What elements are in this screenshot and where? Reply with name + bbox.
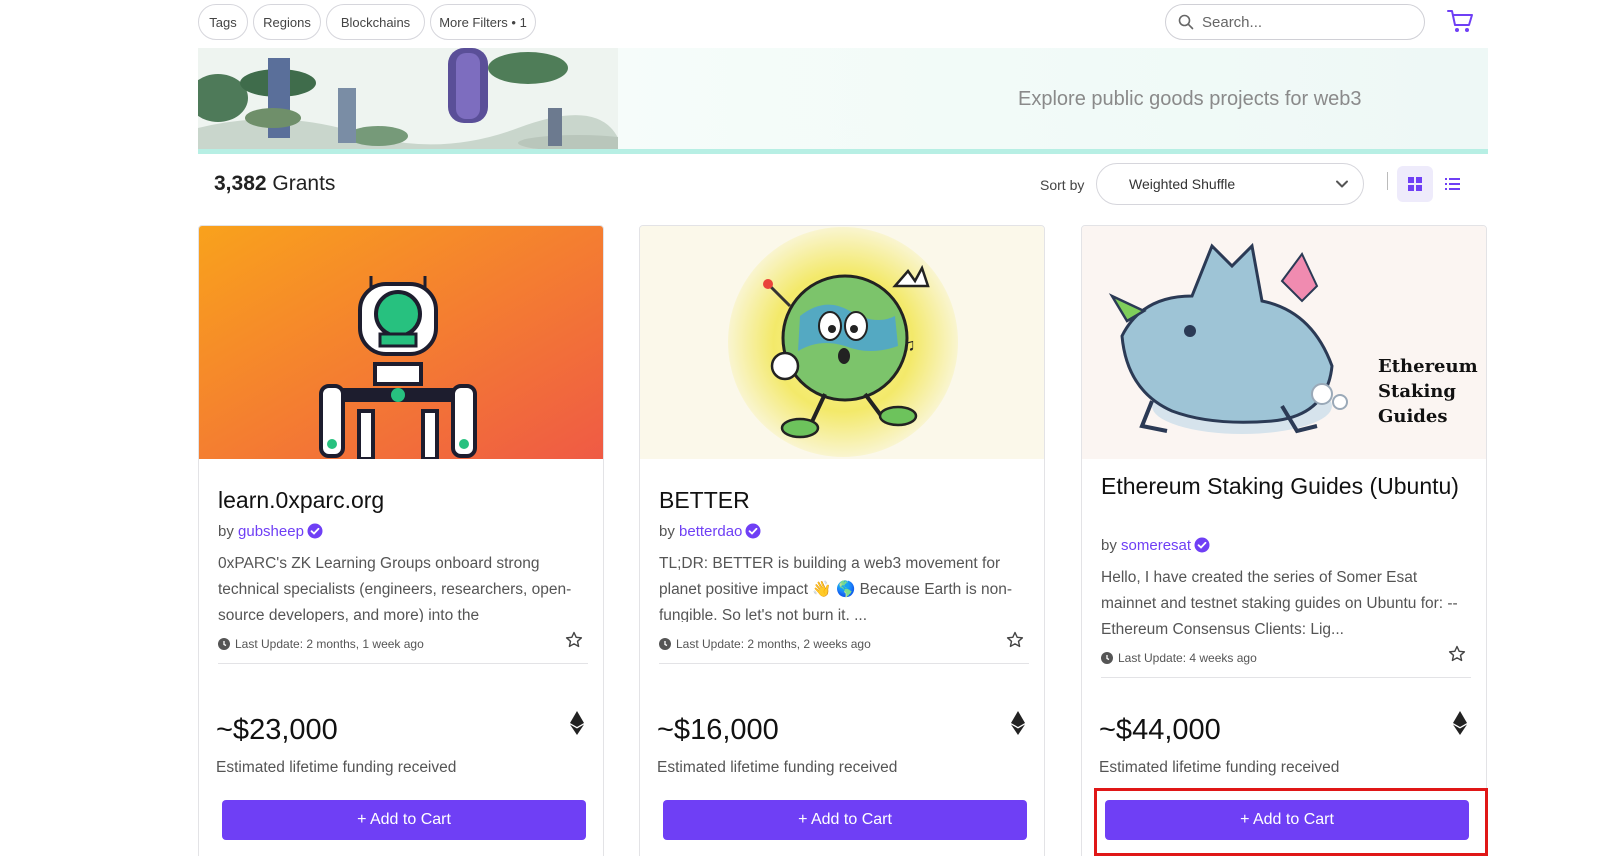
list-view-button[interactable] bbox=[1434, 166, 1470, 202]
grant-title[interactable]: BETTER bbox=[659, 486, 1029, 514]
card-divider bbox=[218, 663, 588, 664]
sort-selected-value: Weighted Shuffle bbox=[1129, 176, 1236, 192]
grant-description: TL;DR: BETTER is building a web3 movemen… bbox=[659, 555, 1013, 622]
grant-card[interactable]: ♫ BETTER by betterdao TL;DR: BETTER is b… bbox=[639, 225, 1045, 856]
grant-card[interactable]: Ethereum Staking Guides Ethereum Staking… bbox=[1081, 225, 1487, 856]
search-box bbox=[1165, 4, 1425, 40]
chevron-down-icon bbox=[1336, 180, 1348, 188]
star-icon[interactable] bbox=[1448, 645, 1466, 663]
grant-description: 0xPARC's ZK Learning Groups onboard stro… bbox=[218, 555, 572, 622]
cart-icon[interactable] bbox=[1446, 8, 1474, 34]
star-icon[interactable] bbox=[565, 631, 583, 649]
grants-count: 3,382 Grants bbox=[214, 172, 336, 195]
filter-regions-button[interactable]: Regions bbox=[253, 4, 321, 40]
grant-image-rhino: Ethereum Staking Guides bbox=[1082, 226, 1486, 459]
grant-image-earth: ♫ bbox=[640, 226, 1044, 459]
grant-title[interactable]: learn.0xparc.org bbox=[218, 486, 588, 514]
banner-divider bbox=[198, 149, 1488, 154]
owner-link[interactable]: gubsheep bbox=[238, 523, 304, 540]
search-input[interactable] bbox=[1202, 13, 1402, 31]
last-update: Last Update: 4 weeks ago bbox=[1101, 651, 1257, 665]
svg-text:♫: ♫ bbox=[902, 335, 916, 355]
filter-tags-button[interactable]: Tags bbox=[198, 4, 248, 40]
grid-icon bbox=[1408, 177, 1422, 191]
filter-bar: Tags Regions Blockchains More Filters • … bbox=[0, 0, 1600, 48]
list-icon bbox=[1444, 177, 1460, 190]
card-divider bbox=[659, 663, 1029, 664]
card-divider bbox=[1101, 677, 1471, 678]
last-update: Last Update: 2 months, 2 weeks ago bbox=[659, 637, 871, 651]
filter-blockchains-button[interactable]: Blockchains bbox=[326, 4, 425, 40]
hero-banner: Explore public goods projects for web3 bbox=[198, 48, 1488, 149]
ethereum-icon bbox=[1011, 711, 1025, 735]
search-icon bbox=[1178, 14, 1194, 30]
ethereum-icon bbox=[570, 711, 584, 735]
rhino-image-caption: Ethereum Staking Guides bbox=[1378, 356, 1478, 427]
grant-description: Hello, I have created the series of Some… bbox=[1101, 569, 1458, 638]
verified-badge-icon bbox=[745, 523, 761, 539]
clock-icon bbox=[1101, 652, 1113, 664]
highlight-box bbox=[1094, 788, 1488, 856]
funding-label: Estimated lifetime funding received bbox=[1099, 759, 1340, 776]
grant-image-robot bbox=[199, 226, 603, 459]
add-to-cart-button[interactable]: + Add to Cart bbox=[663, 800, 1027, 840]
funding-amount: ~$16,000 bbox=[657, 714, 779, 746]
banner-illustration bbox=[198, 48, 618, 149]
grant-title[interactable]: Ethereum Staking Guides (Ubuntu) bbox=[1101, 472, 1471, 500]
funding-amount: ~$44,000 bbox=[1099, 714, 1221, 746]
funding-label: Estimated lifetime funding received bbox=[216, 759, 457, 776]
clock-icon bbox=[659, 638, 671, 650]
grant-owner: by betterdao bbox=[659, 523, 761, 540]
sort-label: Sort by bbox=[1040, 177, 1085, 193]
add-to-cart-button[interactable]: + Add to Cart bbox=[222, 800, 586, 840]
grant-owner: by gubsheep bbox=[218, 523, 323, 540]
last-update: Last Update: 2 months, 1 week ago bbox=[218, 637, 424, 651]
sort-select[interactable]: Weighted Shuffle bbox=[1096, 163, 1364, 205]
grid-view-button[interactable] bbox=[1397, 166, 1433, 202]
star-icon[interactable] bbox=[1006, 631, 1024, 649]
ethereum-icon bbox=[1453, 711, 1467, 735]
verified-badge-icon bbox=[1194, 537, 1210, 553]
view-divider bbox=[1387, 172, 1388, 190]
owner-link[interactable]: someresat bbox=[1121, 537, 1191, 554]
funding-label: Estimated lifetime funding received bbox=[657, 759, 898, 776]
funding-amount: ~$23,000 bbox=[216, 714, 338, 746]
verified-badge-icon bbox=[307, 523, 323, 539]
grant-card[interactable]: learn.0xparc.org by gubsheep 0xPARC's ZK… bbox=[198, 225, 604, 856]
clock-icon bbox=[218, 638, 230, 650]
banner-subtitle: Explore public goods projects for web3 bbox=[1018, 88, 1362, 110]
more-filters-button[interactable]: More Filters • 1 bbox=[430, 4, 536, 40]
grant-owner: by someresat bbox=[1101, 537, 1210, 554]
owner-link[interactable]: betterdao bbox=[679, 523, 742, 540]
